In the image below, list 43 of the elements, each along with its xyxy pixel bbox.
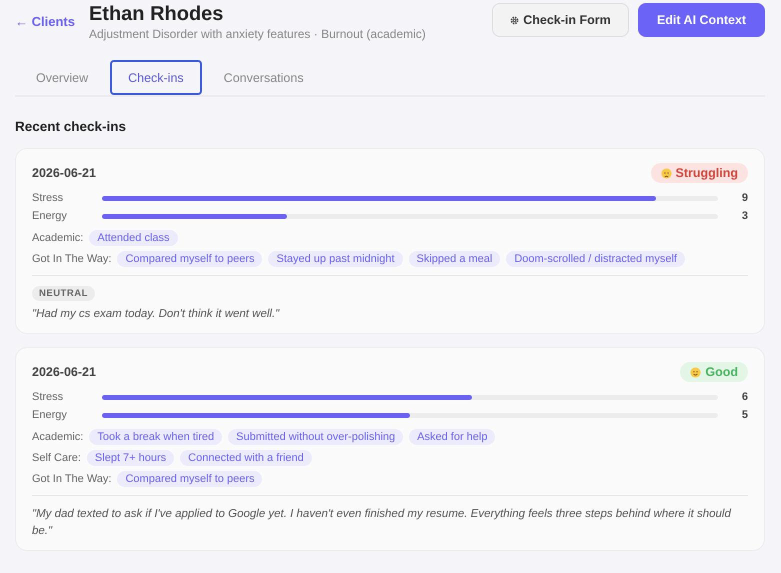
meter-value: 3 bbox=[740, 210, 748, 222]
meter-label: Stress bbox=[32, 192, 64, 204]
meter-label: Energy bbox=[32, 409, 68, 421]
back-link[interactable]: ← Clients bbox=[15, 14, 75, 29]
meter-label: Energy bbox=[32, 210, 68, 222]
form-button[interactable]: Check-in Form bbox=[492, 3, 629, 37]
client-name: Ethan Rhodes bbox=[88, 3, 224, 25]
tag-chip: Skipped a meal bbox=[408, 251, 500, 267]
tag-group-label: Got In The Way: bbox=[32, 253, 112, 265]
mood-badge: Struggling bbox=[650, 163, 748, 183]
tag-chip: Doom-scrolled / distracted myself bbox=[506, 251, 685, 267]
checkin-date: 2026-06-21 bbox=[32, 365, 96, 379]
sad-face-icon bbox=[660, 168, 672, 178]
tag-group-label: Academic: bbox=[32, 431, 84, 443]
checkin-note: "Had my cs exam today. Don't think it went well." bbox=[32, 307, 280, 322]
meter-value: 9 bbox=[740, 192, 748, 204]
tab[interactable]: Check-ins bbox=[110, 60, 202, 95]
tag-chip: Stayed up past midnight bbox=[268, 251, 403, 267]
meter-label: Stress bbox=[32, 391, 64, 403]
tag-group-label: Academic: bbox=[32, 232, 84, 244]
smile-face-icon bbox=[690, 366, 702, 378]
meter-value: 6 bbox=[740, 391, 748, 403]
meter-value: 5 bbox=[740, 409, 748, 421]
tab[interactable]: Conversations bbox=[206, 60, 322, 95]
tag-chip: Slept 7+ hours bbox=[86, 450, 174, 466]
tab[interactable]: Overview bbox=[18, 60, 106, 95]
tag-chip: Connected with a friend bbox=[180, 450, 312, 466]
mood-badge: Good bbox=[680, 362, 748, 382]
tag-group-label: Got In The Way: bbox=[32, 473, 112, 485]
tag-chip: Compared myself to peers bbox=[117, 251, 262, 267]
tag-chip: Attended class bbox=[89, 230, 178, 246]
checkin-date: 2026-06-21 bbox=[32, 166, 96, 180]
edit-context-button[interactable]: Edit AI Context bbox=[638, 3, 765, 37]
tag-chip: Took a break when tired bbox=[89, 429, 222, 445]
section-title: Recent check-ins bbox=[15, 119, 128, 134]
gear-icon bbox=[510, 16, 520, 24]
tag-chip: Compared myself to peers bbox=[117, 471, 262, 487]
client-subtitle: Adjustment Disorder with anxiety features · Burnout (academic) bbox=[88, 27, 427, 41]
tag-group-label: Self Care: bbox=[32, 452, 81, 464]
tag-chip: Submitted without over-polishing bbox=[228, 429, 404, 445]
sentiment-badge: NEUTRAL bbox=[32, 286, 95, 301]
tag-chip: Asked for help bbox=[409, 429, 496, 445]
checkin-note: "My dad texted to ask if I've applied to Google yet. I haven't even finished my resume. Everything feels three steps behind where it should be." bbox=[32, 507, 732, 539]
